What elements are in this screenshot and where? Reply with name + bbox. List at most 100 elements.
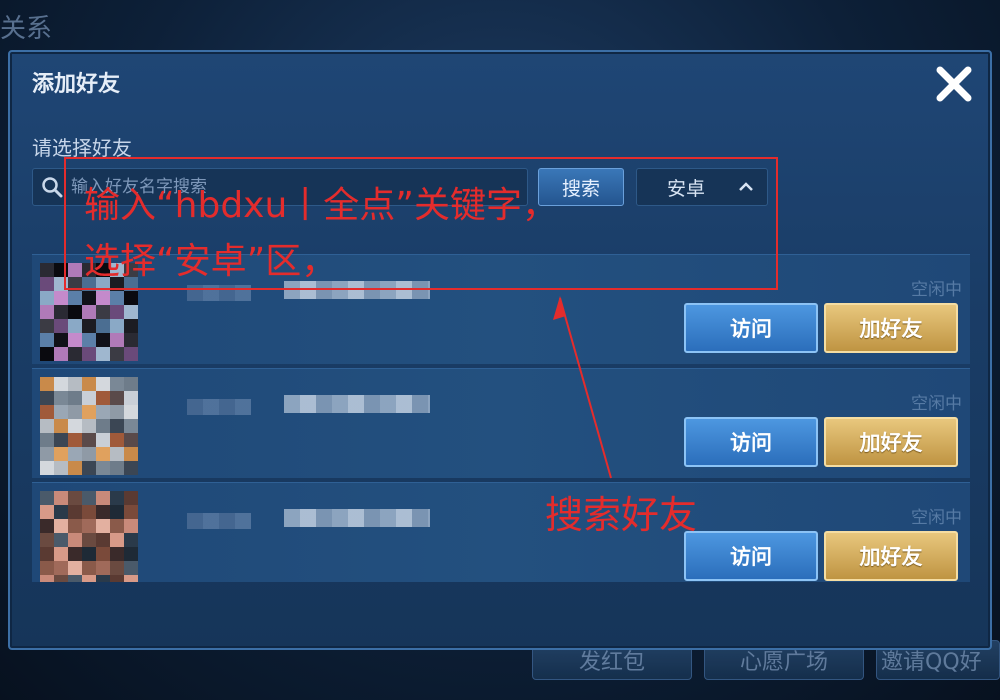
- avatar-pixel: [110, 575, 124, 582]
- avatar-pixel: [68, 447, 82, 461]
- avatar-pixel: [124, 461, 138, 475]
- avatar-pixel: [82, 505, 96, 519]
- avatar-pixel: [40, 505, 54, 519]
- avatar-pixel: [124, 347, 138, 361]
- avatar-pixel: [40, 291, 54, 305]
- avatar-pixel: [82, 391, 96, 405]
- avatar-pixel: [124, 533, 138, 547]
- avatar-pixel: [68, 333, 82, 347]
- add-friend-dialog: 添加好友 请选择好友 搜索 安卓 空闲中 访问 加好友: [8, 50, 992, 650]
- avatar: [40, 377, 138, 475]
- avatar-pixel: [40, 419, 54, 433]
- avatar-pixel: [124, 305, 138, 319]
- avatar-pixel: [54, 391, 68, 405]
- blurred-id: [284, 509, 430, 527]
- avatar-pixel: [110, 333, 124, 347]
- avatar-pixel: [110, 347, 124, 361]
- avatar-pixel: [68, 305, 82, 319]
- avatar-pixel: [40, 519, 54, 533]
- avatar: [40, 491, 138, 582]
- avatar-pixel: [96, 575, 110, 582]
- friend-row: 空闲中 访问 加好友: [32, 368, 970, 478]
- avatar-pixel: [110, 461, 124, 475]
- avatar-pixel: [124, 419, 138, 433]
- avatar-pixel: [68, 561, 82, 575]
- avatar-pixel: [110, 419, 124, 433]
- avatar-pixel: [54, 305, 68, 319]
- avatar-pixel: [40, 347, 54, 361]
- avatar-pixel: [40, 491, 54, 505]
- avatar-pixel: [96, 519, 110, 533]
- avatar-pixel: [82, 433, 96, 447]
- avatar-pixel: [68, 547, 82, 561]
- avatar-pixel: [96, 547, 110, 561]
- close-button[interactable]: [930, 60, 978, 108]
- avatar-pixel: [110, 377, 124, 391]
- avatar-pixel: [124, 519, 138, 533]
- blurred-id: [284, 395, 430, 413]
- add-friend-button[interactable]: 加好友: [824, 417, 958, 467]
- avatar-pixel: [40, 333, 54, 347]
- avatar-pixel: [40, 447, 54, 461]
- avatar-pixel: [82, 405, 96, 419]
- close-icon: [936, 66, 972, 102]
- avatar-pixel: [68, 377, 82, 391]
- avatar-pixel: [82, 461, 96, 475]
- avatar-pixel: [68, 533, 82, 547]
- annotation-label: 搜索好友: [545, 493, 698, 537]
- avatar-pixel: [96, 377, 110, 391]
- avatar-pixel: [40, 433, 54, 447]
- avatar-pixel: [68, 519, 82, 533]
- avatar-pixel: [82, 519, 96, 533]
- avatar-pixel: [40, 263, 54, 277]
- avatar-pixel: [82, 305, 96, 319]
- visit-button[interactable]: 访问: [684, 531, 818, 581]
- avatar-pixel: [40, 391, 54, 405]
- avatar-pixel: [54, 419, 68, 433]
- avatar-pixel: [96, 347, 110, 361]
- avatar-pixel: [110, 505, 124, 519]
- annotation-line-2: 选择“安卓”区，: [84, 241, 338, 282]
- avatar-pixel: [40, 277, 54, 291]
- avatar-pixel: [96, 333, 110, 347]
- avatar-pixel: [110, 519, 124, 533]
- avatar-pixel: [124, 377, 138, 391]
- avatar-pixel: [40, 561, 54, 575]
- avatar-pixel: [68, 391, 82, 405]
- avatar-pixel: [96, 533, 110, 547]
- avatar-pixel: [110, 533, 124, 547]
- annotation-line-1: 输入“hbdxu丨全点”关键字，: [84, 185, 558, 226]
- dialog-title: 添加好友: [32, 72, 121, 97]
- avatar-pixel: [40, 533, 54, 547]
- avatar-pixel: [68, 505, 82, 519]
- add-friend-button[interactable]: 加好友: [824, 531, 958, 581]
- avatar-pixel: [96, 505, 110, 519]
- avatar-pixel: [54, 505, 68, 519]
- avatar-pixel: [124, 333, 138, 347]
- avatar-pixel: [68, 319, 82, 333]
- avatar-pixel: [40, 405, 54, 419]
- friend-list: 空闲中 访问 加好友 空闲中 访问 加好友 空闲中 访问 加好友: [32, 254, 970, 582]
- avatar-pixel: [124, 561, 138, 575]
- visit-button[interactable]: 访问: [684, 303, 818, 353]
- avatar-pixel: [54, 347, 68, 361]
- avatar-pixel: [68, 433, 82, 447]
- avatar-pixel: [96, 461, 110, 475]
- avatar-pixel: [40, 461, 54, 475]
- avatar-pixel: [82, 547, 96, 561]
- avatar-pixel: [110, 319, 124, 333]
- avatar-pixel: [110, 433, 124, 447]
- avatar-pixel: [96, 405, 110, 419]
- avatar-pixel: [82, 447, 96, 461]
- avatar-pixel: [68, 347, 82, 361]
- status-badge: 空闲中: [911, 394, 962, 414]
- avatar-pixel: [54, 377, 68, 391]
- visit-button[interactable]: 访问: [684, 417, 818, 467]
- add-friend-button[interactable]: 加好友: [824, 303, 958, 353]
- avatar-pixel: [124, 505, 138, 519]
- avatar-pixel: [54, 547, 68, 561]
- avatar-pixel: [96, 291, 110, 305]
- avatar-pixel: [54, 433, 68, 447]
- avatar-pixel: [40, 377, 54, 391]
- avatar-pixel: [54, 491, 68, 505]
